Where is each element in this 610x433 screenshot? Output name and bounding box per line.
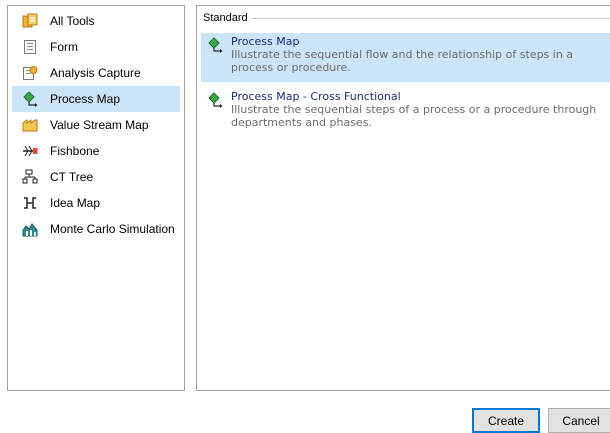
form-icon — [22, 39, 38, 55]
tool-item-label: All Tools — [50, 14, 95, 28]
template-group-header: Standard — [203, 12, 610, 24]
template-group-title: Standard — [203, 12, 248, 24]
template-process-map[interactable]: Process Map Illustrate the sequential fl… — [201, 33, 610, 82]
monte-carlo-simulation-icon — [22, 221, 38, 237]
analysis-capture-icon — [22, 65, 38, 81]
tool-item-monte-carlo-simulation[interactable]: Monte Carlo Simulation — [12, 216, 180, 242]
template-list[interactable]: Standard Process Map Illustrate the sequ… — [196, 5, 610, 391]
template-text: Process Map Illustrate the sequential fl… — [231, 35, 573, 82]
value-stream-map-icon — [22, 117, 38, 133]
create-button[interactable]: Create — [472, 408, 540, 433]
tool-item-process-map[interactable]: Process Map — [12, 86, 180, 112]
template-text: Process Map - Cross Functional Illustrat… — [231, 90, 596, 137]
ct-tree-icon — [22, 169, 38, 185]
tool-item-label: Form — [50, 40, 78, 54]
template-name: Process Map — [231, 35, 300, 48]
group-divider — [251, 17, 610, 19]
tool-item-analysis-capture[interactable]: Analysis Capture — [12, 60, 180, 86]
process-map-icon — [207, 35, 223, 53]
fishbone-icon — [22, 143, 38, 159]
process-map-icon — [22, 91, 38, 107]
template-process-map-cross-functional[interactable]: Process Map - Cross Functional Illustrat… — [201, 88, 610, 137]
tool-item-fishbone[interactable]: Fishbone — [12, 138, 180, 164]
process-map-icon — [207, 90, 223, 108]
template-description-line-1: Illustrate the sequential steps of a pro… — [231, 103, 597, 116]
tool-item-label: CT Tree — [50, 170, 94, 184]
tool-item-value-stream-map[interactable]: Value Stream Map — [12, 112, 180, 138]
template-name: Process Map - Cross Functional — [231, 90, 401, 103]
tool-item-label: Idea Map — [50, 196, 101, 210]
tool-item-label: Fishbone — [50, 144, 100, 158]
tool-item-ct-tree[interactable]: CT Tree — [12, 164, 180, 190]
template-description-line-2: process or procedure. — [231, 61, 351, 74]
tool-item-all-tools[interactable]: All Tools — [12, 8, 180, 34]
all-tools-icon — [22, 13, 38, 29]
tool-item-form[interactable]: Form — [12, 34, 180, 60]
cancel-button[interactable]: Cancel — [548, 408, 610, 433]
idea-map-icon — [22, 195, 38, 211]
tool-item-label: Process Map — [50, 92, 121, 106]
tool-item-label: Value Stream Map — [50, 118, 149, 132]
tool-category-list[interactable]: All Tools Form Analysis Capture Process … — [7, 5, 185, 391]
tool-item-label: Analysis Capture — [50, 66, 141, 80]
template-description-line-2: departments and phases. — [231, 116, 372, 129]
tool-item-idea-map[interactable]: Idea Map — [12, 190, 180, 216]
tool-item-label: Monte Carlo Simulation — [50, 222, 175, 236]
template-description-line-1: Illustrate the sequential flow and the r… — [231, 48, 574, 61]
